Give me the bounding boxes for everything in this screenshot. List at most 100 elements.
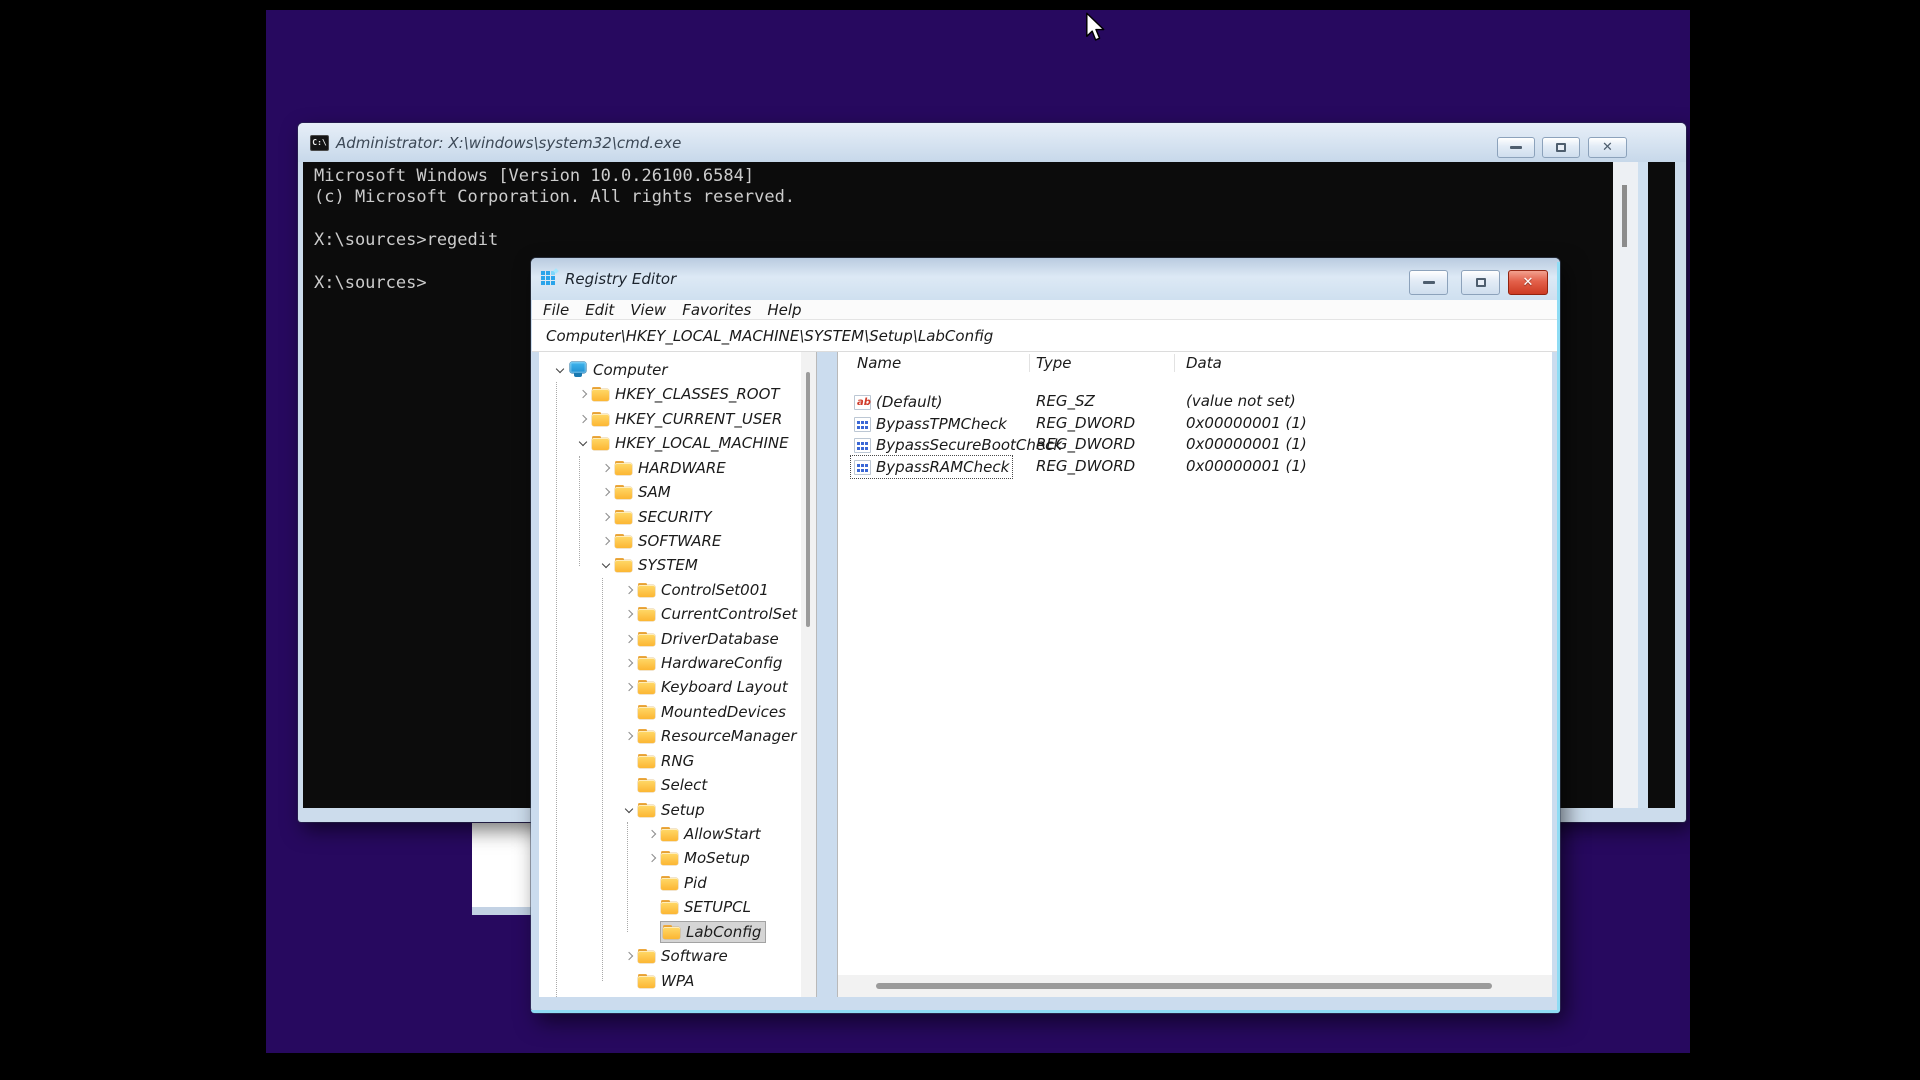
menu-view[interactable]: View xyxy=(630,301,666,319)
tree-key[interactable]: MountedDevices xyxy=(638,702,790,722)
value-name[interactable]: BypassSecureBootCheck xyxy=(851,434,1065,456)
column-header-data[interactable]: Data xyxy=(1186,354,1222,372)
tree-key[interactable]: SOFTWARE xyxy=(615,531,725,551)
focused-value-name[interactable]: BypassRAMCheck xyxy=(851,456,1012,478)
tree-item-hkey-current-user[interactable]: HKEY_CURRENT_USER xyxy=(539,407,816,431)
tree-key[interactable]: HKEY_USERS xyxy=(592,995,716,997)
tree-key[interactable]: RNG xyxy=(638,751,698,771)
registry-address-bar[interactable]: Computer\HKEY_LOCAL_MACHINE\SYSTEM\Setup… xyxy=(532,320,1559,352)
chevron-right-icon[interactable] xyxy=(574,993,592,997)
column-separator[interactable] xyxy=(1029,354,1030,372)
chevron-right-icon[interactable] xyxy=(597,456,615,480)
tree-item-keyboard-layout[interactable]: Keyboard Layout xyxy=(539,675,816,699)
chevron-right-icon[interactable] xyxy=(620,724,638,748)
tree-key[interactable]: CurrentControlSet xyxy=(638,604,801,624)
tree-key[interactable]: SECURITY xyxy=(615,507,716,527)
tree-item-mounteddevices[interactable]: MountedDevices xyxy=(539,700,816,724)
tree-item-security[interactable]: SECURITY xyxy=(539,505,816,529)
tree-item-hkey-users[interactable]: HKEY_USERS xyxy=(539,993,816,997)
chevron-right-icon[interactable] xyxy=(643,822,661,846)
tree-item-select[interactable]: Select xyxy=(539,773,816,797)
chevron-right-icon[interactable] xyxy=(574,407,592,431)
tree-key[interactable]: Select xyxy=(638,775,711,795)
regedit-titlebar[interactable]: Registry Editor xyxy=(531,258,1560,300)
column-separator[interactable] xyxy=(1174,354,1175,372)
tree-item-hardwareconfig[interactable]: HardwareConfig xyxy=(539,651,816,675)
value-name[interactable]: (Default) xyxy=(851,391,946,413)
chevron-right-icon[interactable] xyxy=(643,846,661,870)
chevron-right-icon[interactable] xyxy=(620,627,638,651)
tree-scrollbar-thumb[interactable] xyxy=(806,372,810,627)
regedit-close-button[interactable]: ✕ xyxy=(1508,270,1548,295)
tree-key[interactable]: Software xyxy=(638,946,732,966)
console-scrollbar-thumb[interactable] xyxy=(1622,185,1627,247)
tree-item-software[interactable]: SOFTWARE xyxy=(539,529,816,553)
registry-tree[interactable]: Computer HKEY_CLASSES_ROOT HKEY_CURRENT_US… xyxy=(539,352,817,997)
tree-key[interactable]: Keyboard Layout xyxy=(638,677,792,697)
tree-key[interactable]: SAM xyxy=(615,482,675,502)
chevron-right-icon[interactable] xyxy=(620,578,638,602)
tree-key[interactable]: HKEY_CURRENT_USER xyxy=(592,409,786,429)
cmd-close-button[interactable]: ✕ xyxy=(1588,137,1627,158)
tree-key[interactable]: AllowStart xyxy=(661,824,765,844)
chevron-down-icon[interactable] xyxy=(551,358,569,382)
tree-item-hardware[interactable]: HARDWARE xyxy=(539,456,816,480)
tree-item-wpa[interactable]: WPA xyxy=(539,969,816,993)
chevron-right-icon[interactable] xyxy=(597,480,615,504)
chevron-right-icon[interactable] xyxy=(620,944,638,968)
tree-item-system[interactable]: SYSTEM xyxy=(539,553,816,577)
value-name[interactable]: BypassTPMCheck xyxy=(851,413,1010,435)
console-vertical-scrollbar[interactable] xyxy=(1613,162,1638,808)
registry-value-row-bypassramcheck[interactable]: BypassRAMCheckREG_DWORD0x00000001 (1) xyxy=(838,456,1552,478)
tree-item-rng[interactable]: RNG xyxy=(539,749,816,773)
tree-item-driverdatabase[interactable]: DriverDatabase xyxy=(539,627,816,651)
tree-key[interactable]: Pid xyxy=(661,873,711,893)
tree-key[interactable]: HKEY_CLASSES_ROOT xyxy=(592,384,784,404)
tree-key[interactable]: ResourceManager xyxy=(638,726,801,746)
tree-item-hkey-local-machine[interactable]: HKEY_LOCAL_MACHINE xyxy=(539,431,816,455)
tree-item-currentcontrolset[interactable]: CurrentControlSet xyxy=(539,602,816,626)
tree-key[interactable]: Computer xyxy=(569,360,672,380)
chevron-down-icon[interactable] xyxy=(574,431,592,455)
tree-item-setupcl[interactable]: SETUPCL xyxy=(539,895,816,919)
chevron-right-icon[interactable] xyxy=(574,382,592,406)
cmd-titlebar[interactable]: C:\ Administrator: X:\windows\system32\c… xyxy=(298,123,1686,162)
tree-item-sam[interactable]: SAM xyxy=(539,480,816,504)
tree-item-setup[interactable]: Setup xyxy=(539,798,816,822)
regedit-maximize-button[interactable] xyxy=(1461,270,1500,295)
chevron-right-icon[interactable] xyxy=(620,602,638,626)
regedit-minimize-button[interactable] xyxy=(1409,270,1448,295)
column-header-type[interactable]: Type xyxy=(1036,354,1072,372)
values-horizontal-scrollbar[interactable] xyxy=(838,975,1552,997)
selected-tree-key[interactable]: LabConfig xyxy=(661,922,765,942)
tree-key[interactable]: DriverDatabase xyxy=(638,629,783,649)
tree-item-software[interactable]: Software xyxy=(539,944,816,968)
chevron-down-icon[interactable] xyxy=(620,798,638,822)
tree-item-pid[interactable]: Pid xyxy=(539,871,816,895)
tree-key[interactable]: HardwareConfig xyxy=(638,653,786,673)
tree-item-controlset001[interactable]: ControlSet001 xyxy=(539,578,816,602)
cmd-maximize-button[interactable] xyxy=(1542,137,1580,158)
tree-key[interactable]: ControlSet001 xyxy=(638,580,773,600)
menu-favorites[interactable]: Favorites xyxy=(682,301,751,319)
tree-item-labconfig[interactable]: LabConfig xyxy=(539,920,816,944)
tree-item-mosetup[interactable]: MoSetup xyxy=(539,846,816,870)
chevron-right-icon[interactable] xyxy=(597,505,615,529)
tree-key[interactable]: Setup xyxy=(638,800,709,820)
tree-item-hkey-classes-root[interactable]: HKEY_CLASSES_ROOT xyxy=(539,382,816,406)
chevron-down-icon[interactable] xyxy=(597,553,615,577)
tree-vertical-scrollbar[interactable] xyxy=(801,352,817,997)
column-header-name[interactable]: Name xyxy=(857,354,901,372)
registry-values-pane[interactable]: Name Type Data (Default)REG_SZ(value not s… xyxy=(837,352,1552,997)
chevron-right-icon[interactable] xyxy=(620,651,638,675)
menu-help[interactable]: Help xyxy=(767,301,801,319)
tree-item-allowstart[interactable]: AllowStart xyxy=(539,822,816,846)
menu-file[interactable]: File xyxy=(543,301,569,319)
registry-value-row--default-[interactable]: (Default)REG_SZ(value not set) xyxy=(838,391,1552,413)
cmd-minimize-button[interactable] xyxy=(1497,137,1535,158)
chevron-right-icon[interactable] xyxy=(620,675,638,699)
tree-key[interactable]: HARDWARE xyxy=(615,458,730,478)
tree-key[interactable]: SYSTEM xyxy=(615,555,702,575)
registry-value-row-bypasssecurebootcheck[interactable]: BypassSecureBootCheckREG_DWORD0x00000001… xyxy=(838,434,1552,456)
registry-value-row-bypasstpmcheck[interactable]: BypassTPMCheckREG_DWORD0x00000001 (1) xyxy=(838,413,1552,435)
